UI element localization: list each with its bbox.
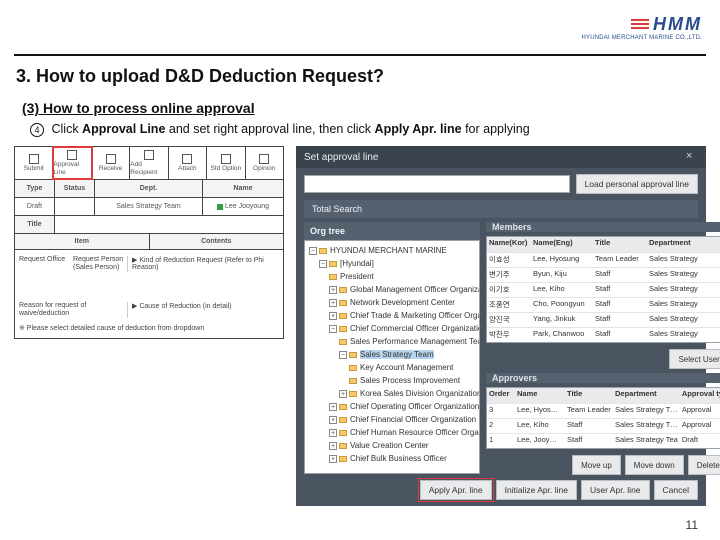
tb-approval-line[interactable]: Approval Line xyxy=(53,147,91,179)
approvers-header: Approvers xyxy=(486,373,720,383)
member-row[interactable]: 이효성Lee, HyosungTeam LeaderSales Strategy xyxy=(487,252,720,267)
title-row: Title xyxy=(14,216,284,234)
brand-tagline: HYUNDAI MERCHANT MARINE CO.,LTD. xyxy=(581,35,702,41)
form-area: Request Office Request Person (Sales Per… xyxy=(14,250,284,339)
doc-title: 3. How to upload D&D Deduction Request? xyxy=(16,66,384,87)
collapse-icon[interactable]: − xyxy=(309,247,317,255)
approvers-table: Order Name Title Department Approval typ… xyxy=(486,387,720,449)
grid-header-row: Type Status Dept. Name xyxy=(14,180,284,198)
members-table: Name(Kor) Name(Eng) Title Department 이효성… xyxy=(486,236,720,343)
lab-request-person: Request Person (Sales Person) xyxy=(73,256,127,272)
member-row[interactable]: 박찬우Park, ChanwooStaffSales Strategy xyxy=(487,327,720,342)
attach-icon xyxy=(182,154,192,164)
add-recipient-icon xyxy=(144,150,154,160)
tb-receive[interactable]: Receive xyxy=(92,147,130,179)
modal-footer: Apply Apr. line Initialize Apr. line Use… xyxy=(420,480,698,500)
val-reason: ▶ Cause of Reduction (in detail) xyxy=(127,302,279,318)
initialize-apr-line-button[interactable]: Initialize Apr. line xyxy=(496,480,577,500)
moveup-button[interactable]: Move up xyxy=(572,455,621,475)
delete-button[interactable]: Delete xyxy=(688,455,720,475)
step-number: 4 xyxy=(30,123,44,137)
apply-apr-line-button[interactable]: Apply Apr. line xyxy=(420,480,492,500)
app-background: Submit Approval Line Receive Add Recipie… xyxy=(14,146,284,496)
opinion-icon xyxy=(259,154,269,164)
folder-icon xyxy=(319,248,327,254)
grid-data-row: Draft Sales Strategy Team Lee Jooyoung xyxy=(14,198,284,216)
lab-request-office: Request Office xyxy=(19,256,73,272)
std-option-icon xyxy=(221,154,231,164)
lab-reason: Reason for request of waive/deduction xyxy=(19,302,127,318)
page-number: 11 xyxy=(686,518,698,532)
select-user-button[interactable]: Select User xyxy=(669,349,720,369)
brand-name: HMM xyxy=(653,14,702,35)
modal-title: Set approval line xyxy=(304,152,379,163)
members-header: Members xyxy=(486,222,720,232)
cancel-button[interactable]: Cancel xyxy=(654,480,698,500)
member-row[interactable]: 조풍연Cho, PoongyunStaffSales Strategy xyxy=(487,297,720,312)
member-row[interactable]: 양진국Yang, JinkukStaffSales Strategy xyxy=(487,312,720,327)
app-toolbar: Submit Approval Line Receive Add Recipie… xyxy=(14,146,284,180)
movedown-button[interactable]: Move down xyxy=(625,455,684,475)
load-personal-line-button[interactable]: Load personal approval line xyxy=(576,174,698,194)
member-row[interactable]: 변기주Byun, KijuStaffSales Strategy xyxy=(487,267,720,282)
brand-logo: HMM HYUNDAI MERCHANT MARINE CO.,LTD. xyxy=(581,14,702,41)
approval-icon xyxy=(67,150,77,160)
tb-attach[interactable]: Attach xyxy=(169,147,207,179)
approver-row[interactable]: 3Lee, Hyos…Team LeaderSales Strategy T…A… xyxy=(487,403,720,418)
val-kind: ▶ Kind of Reduction Request (Refer to Ph… xyxy=(127,256,279,272)
item-header: Item Contents xyxy=(14,234,284,250)
close-icon[interactable]: × xyxy=(686,151,698,163)
page-header: HMM HYUNDAI MERCHANT MARINE CO.,LTD. xyxy=(0,0,720,56)
set-approval-line-modal: Set approval line × Load personal approv… xyxy=(296,146,706,506)
user-apr-line-button[interactable]: User Apr. line xyxy=(581,480,650,500)
total-search-header: Total Search xyxy=(304,200,698,218)
tb-add-recipient[interactable]: Add Recipient xyxy=(130,147,168,179)
member-row[interactable]: 이기호Lee, KihoStaffSales Strategy xyxy=(487,282,720,297)
org-tree-header: Org tree xyxy=(304,222,480,240)
tb-opinion[interactable]: Opinion xyxy=(246,147,283,179)
search-input[interactable] xyxy=(304,175,570,193)
modal-titlebar: Set approval line × xyxy=(296,146,706,168)
tree-selected[interactable]: Sales Strategy Team xyxy=(360,350,434,359)
tb-submit[interactable]: Submit xyxy=(15,147,53,179)
org-tree[interactable]: −HYUNDAI MERCHANT MARINE −[Hyundai] Pres… xyxy=(304,240,480,474)
doc-subtitle: (3) How to process online approval xyxy=(22,100,255,116)
submit-icon xyxy=(29,154,39,164)
header-rule xyxy=(14,54,706,56)
approver-row[interactable]: 2Lee, KihoStaffSales Strategy T…Approval xyxy=(487,418,720,433)
tb-std-option[interactable]: Std Option xyxy=(207,147,245,179)
approver-row[interactable]: 1Lee, Jooy…StaffSales Strategy TeaDraft xyxy=(487,433,720,448)
form-note: ※ Please select detailed cause of deduct… xyxy=(19,324,279,332)
doc-step: 4 Click Approval Line and set right appr… xyxy=(30,122,530,137)
presence-icon xyxy=(217,204,223,210)
receive-icon xyxy=(106,154,116,164)
